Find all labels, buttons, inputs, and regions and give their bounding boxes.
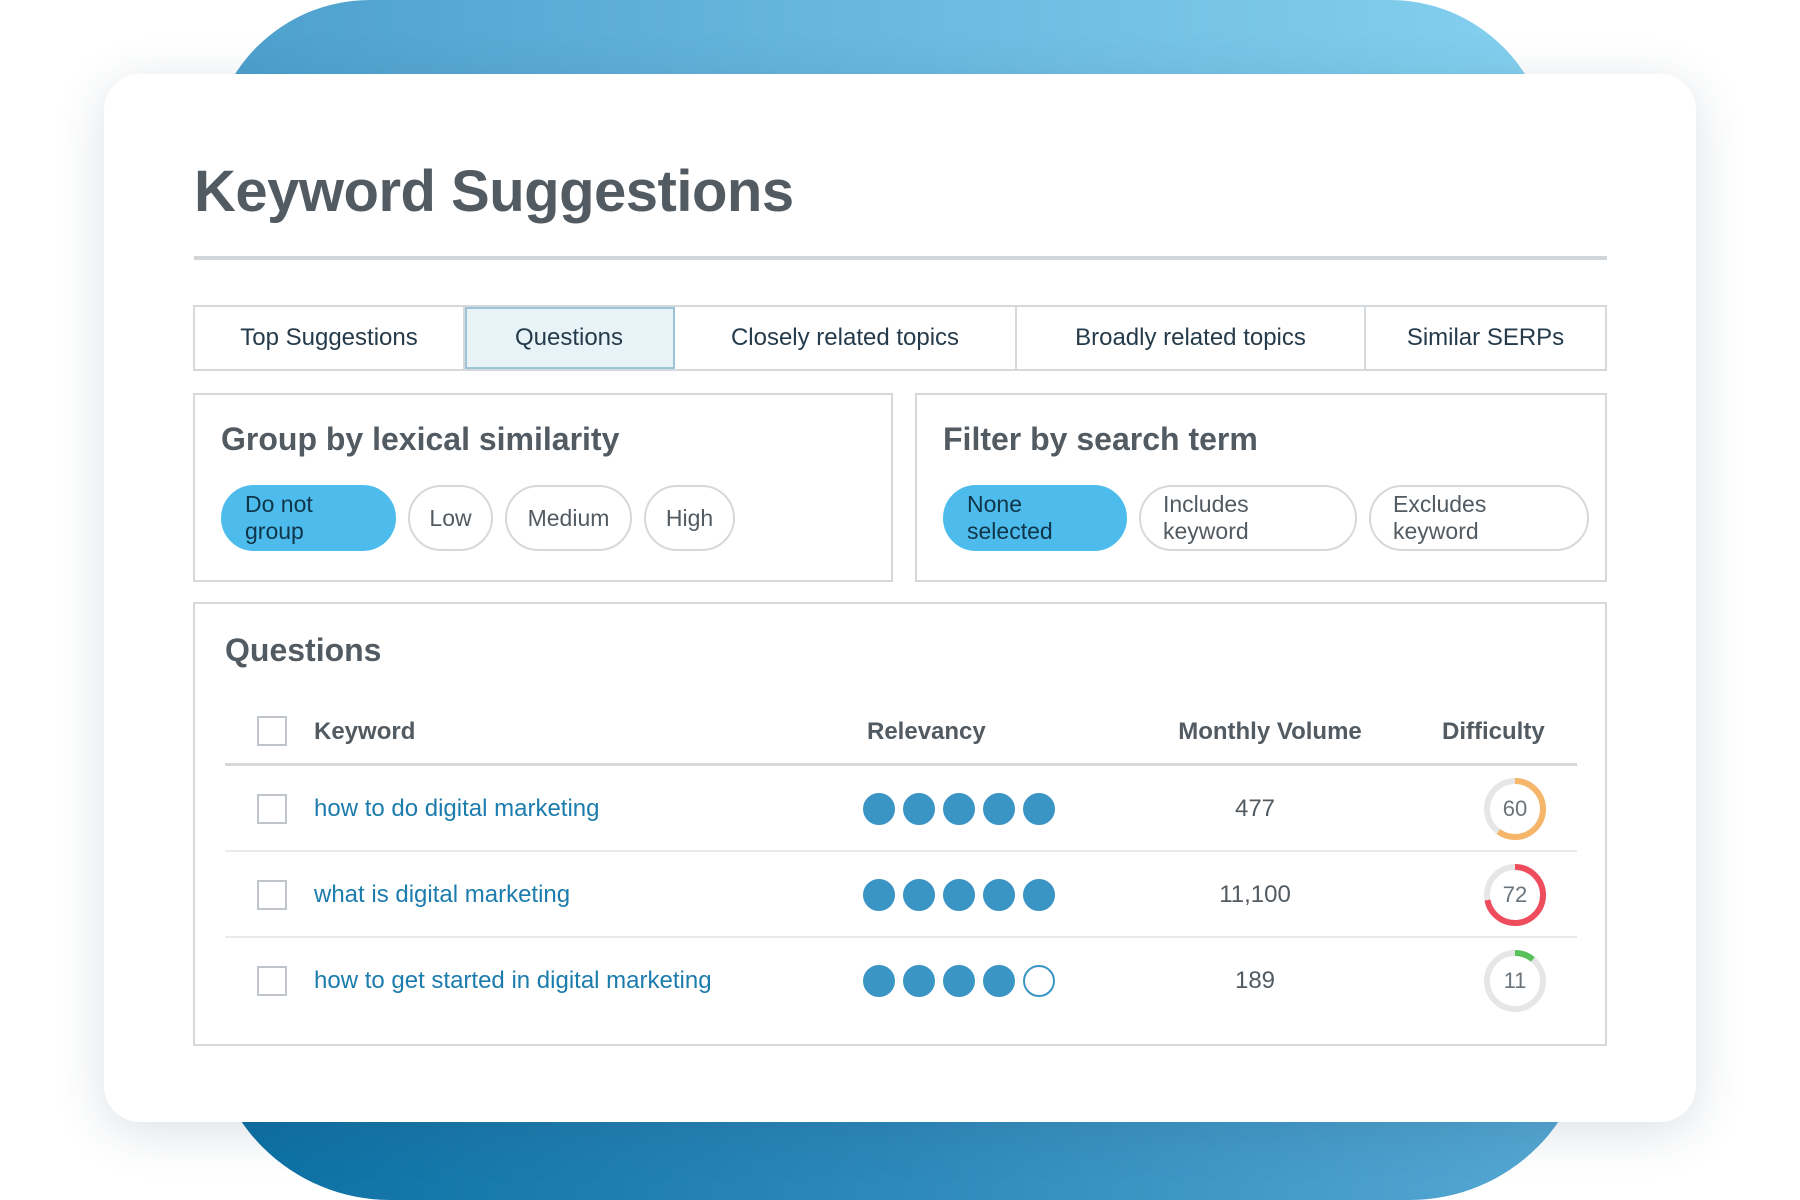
- column-header-difficulty[interactable]: Difficulty: [1442, 718, 1545, 746]
- column-header-relevancy[interactable]: Relevancy: [867, 718, 986, 746]
- difficulty-gauge: 72: [1482, 862, 1548, 928]
- relevancy-dot-filled: [983, 965, 1015, 997]
- group-by-panel: Group by lexical similarity Do not group…: [193, 393, 893, 582]
- keyword-link[interactable]: what is digital marketing: [314, 881, 570, 909]
- relevancy-dot-filled: [1023, 793, 1055, 825]
- table-row: how to get started in digital marketing …: [225, 938, 1577, 1024]
- row-checkbox[interactable]: [257, 880, 287, 910]
- difficulty-score: 11: [1503, 968, 1527, 993]
- relevancy-dot-filled: [1023, 879, 1055, 911]
- relevancy-dot-empty: [1023, 965, 1055, 997]
- table-title: Questions: [225, 632, 382, 668]
- group-by-title: Group by lexical similarity: [221, 421, 620, 457]
- questions-table-panel: Questions Keyword Relevancy Monthly Volu…: [193, 602, 1607, 1046]
- column-header-keyword[interactable]: Keyword: [314, 718, 415, 746]
- filter-option-excludes-keyword[interactable]: Excludes keyword: [1369, 485, 1589, 551]
- table-row: how to do digital marketing 477 60: [225, 766, 1577, 852]
- tab-top-suggestions[interactable]: Top Suggestions: [195, 307, 465, 369]
- monthly-volume: 189: [1234, 967, 1276, 994]
- title-divider: [194, 256, 1607, 260]
- keyword-link[interactable]: how to do digital marketing: [314, 795, 600, 823]
- table-header: Keyword Relevancy Monthly Volume Difficu…: [225, 700, 1577, 766]
- group-option-do-not-group[interactable]: Do not group: [221, 485, 396, 551]
- relevancy-dot-filled: [863, 965, 895, 997]
- monthly-volume: 477: [1234, 795, 1276, 822]
- relevancy-dot-filled: [983, 793, 1015, 825]
- keyword-link[interactable]: how to get started in digital marketing: [314, 967, 712, 995]
- filter-option-none-selected[interactable]: None selected: [943, 485, 1127, 551]
- relevancy-dot-filled: [943, 965, 975, 997]
- relevancy-dots: [863, 793, 1055, 825]
- page-title: Keyword Suggestions: [194, 159, 794, 224]
- tab-closely-related-topics[interactable]: Closely related topics: [675, 307, 1017, 369]
- filter-panel: Filter by search term None selected Incl…: [915, 393, 1607, 582]
- tab-questions[interactable]: Questions: [465, 307, 675, 369]
- monthly-volume: 11,100: [1219, 881, 1291, 908]
- group-by-options: Do not group Low Medium High: [221, 485, 735, 551]
- tab-similar-serps[interactable]: Similar SERPs: [1366, 307, 1605, 369]
- filter-options: None selected Includes keyword Excludes …: [943, 485, 1589, 551]
- difficulty-score: 72: [1502, 882, 1528, 907]
- group-option-medium[interactable]: Medium: [505, 485, 632, 551]
- group-option-high[interactable]: High: [644, 485, 735, 551]
- column-header-monthly-volume[interactable]: Monthly Volume: [1125, 718, 1415, 746]
- relevancy-dot-filled: [903, 965, 935, 997]
- select-all-checkbox[interactable]: [257, 716, 287, 746]
- relevancy-dot-filled: [943, 879, 975, 911]
- filter-option-includes-keyword[interactable]: Includes keyword: [1139, 485, 1357, 551]
- group-option-low[interactable]: Low: [408, 485, 493, 551]
- tab-bar: Top Suggestions Questions Closely relate…: [193, 305, 1607, 371]
- relevancy-dots: [863, 965, 1055, 997]
- table-row: what is digital marketing 11,100 72: [225, 852, 1577, 938]
- relevancy-dots: [863, 879, 1055, 911]
- tab-broadly-related-topics[interactable]: Broadly related topics: [1017, 307, 1366, 369]
- relevancy-dot-filled: [903, 879, 935, 911]
- relevancy-dot-filled: [903, 793, 935, 825]
- filter-title: Filter by search term: [943, 421, 1258, 457]
- row-checkbox[interactable]: [257, 794, 287, 824]
- difficulty-score: 60: [1502, 796, 1528, 821]
- difficulty-gauge: 60: [1482, 776, 1548, 842]
- difficulty-gauge: 11: [1482, 948, 1548, 1014]
- row-checkbox[interactable]: [257, 966, 287, 996]
- relevancy-dot-filled: [983, 879, 1015, 911]
- relevancy-dot-filled: [943, 793, 975, 825]
- relevancy-dot-filled: [863, 879, 895, 911]
- relevancy-dot-filled: [863, 793, 895, 825]
